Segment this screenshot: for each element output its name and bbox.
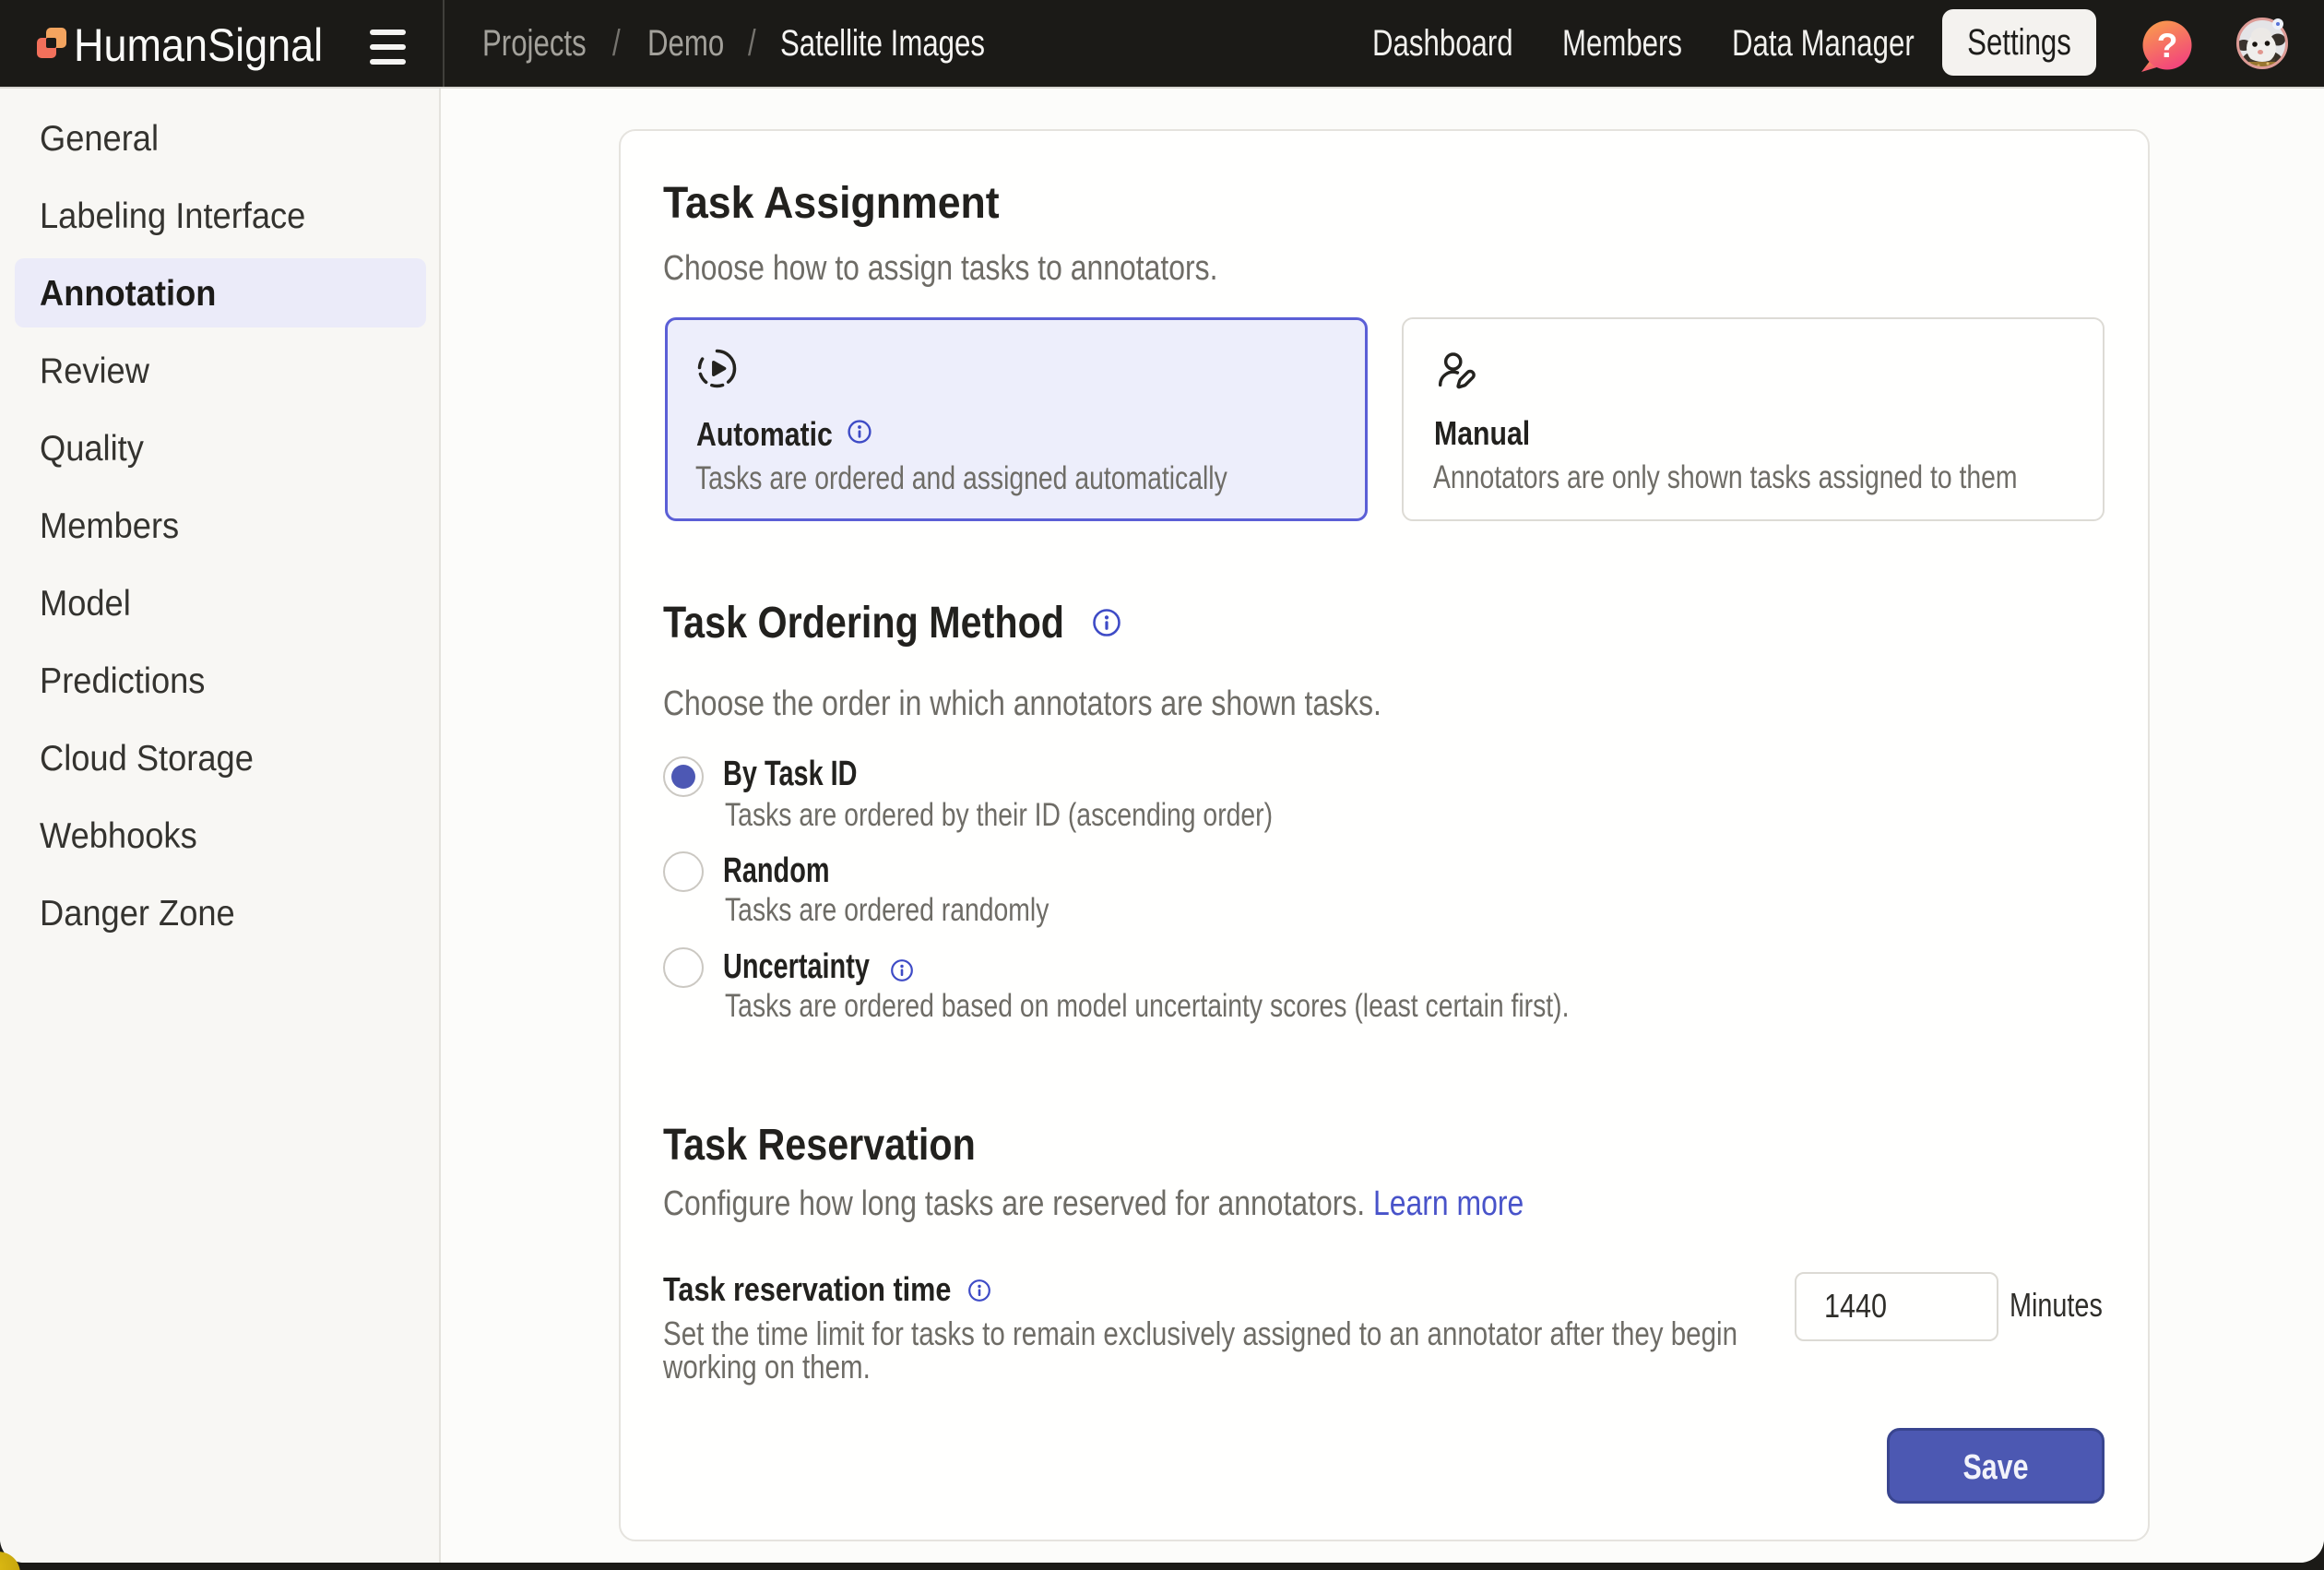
- svg-text:?: ?: [2157, 27, 2178, 65]
